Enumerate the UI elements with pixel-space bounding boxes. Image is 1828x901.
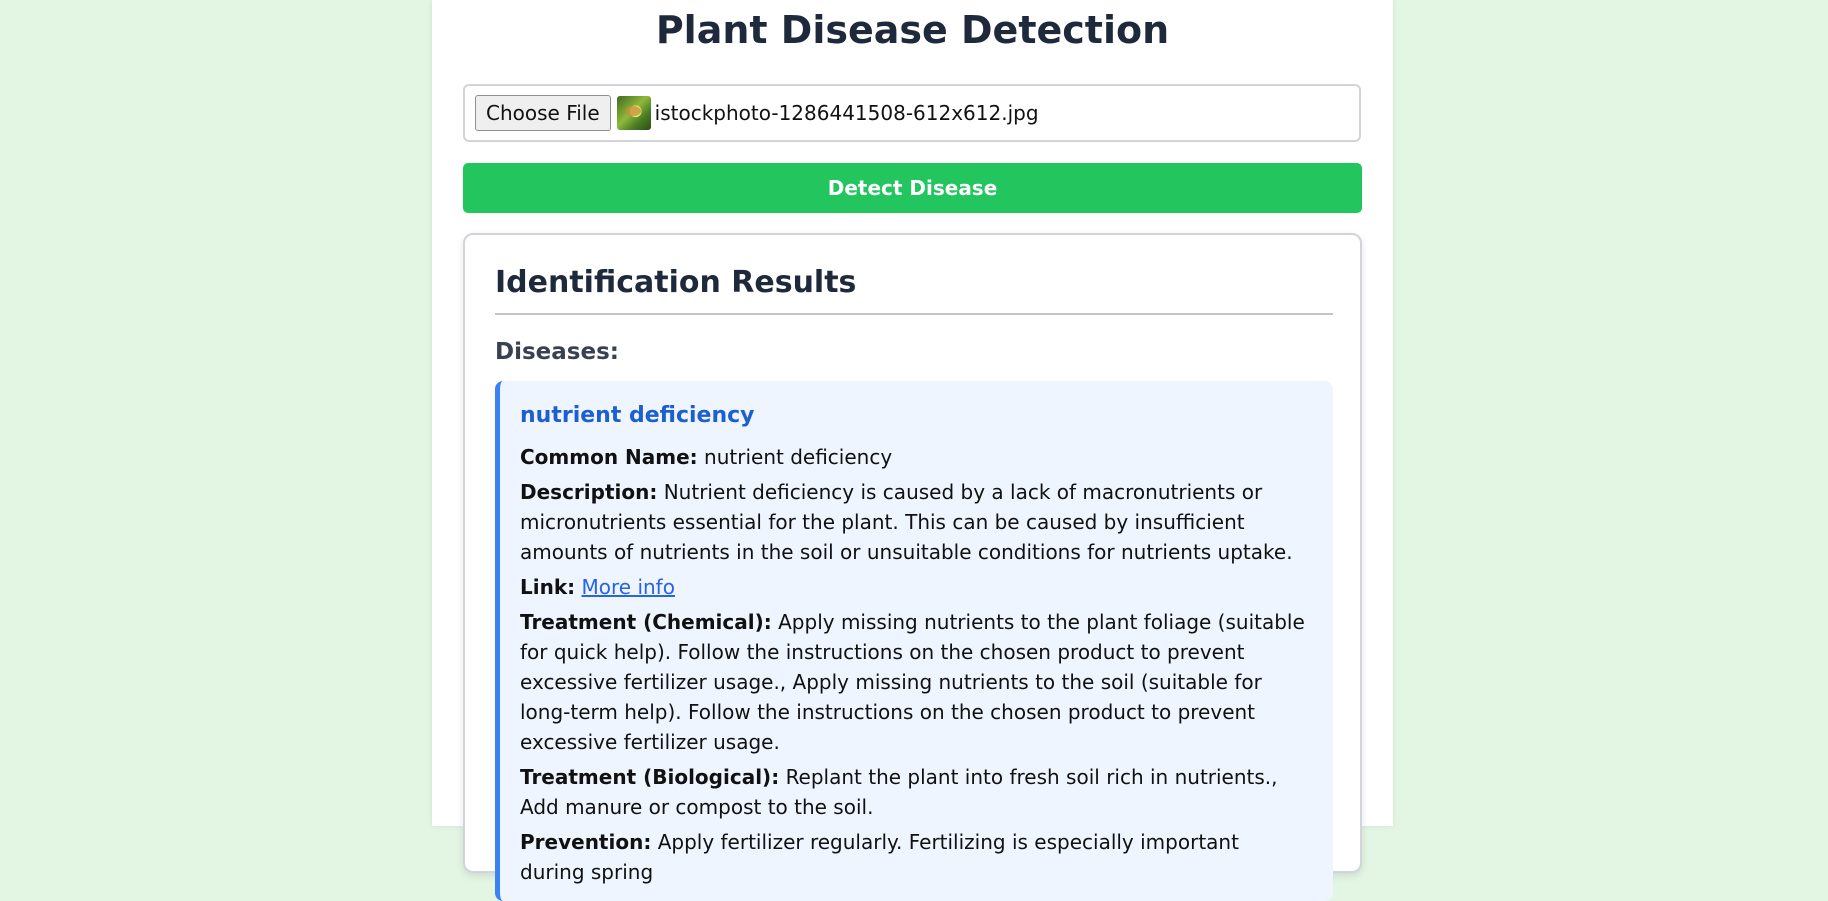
choose-file-button[interactable]: Choose File	[475, 95, 611, 131]
selected-file-name: istockphoto-1286441508-612x612.jpg	[654, 101, 1039, 125]
description-label: Description:	[520, 480, 658, 504]
common-name-value: nutrient deficiency	[704, 445, 893, 469]
link-field: Link: More info	[520, 572, 1308, 602]
treatment-biological-field: Treatment (Biological): Replant the plan…	[520, 762, 1308, 822]
results-card: Identification Results Diseases: nutrien…	[463, 233, 1362, 901]
treatment-biological-label: Treatment (Biological):	[520, 765, 780, 789]
diseases-heading: Diseases:	[495, 339, 619, 365]
common-name-field: Common Name: nutrient deficiency	[520, 442, 1308, 472]
results-divider	[495, 313, 1333, 315]
common-name-label: Common Name:	[520, 445, 698, 469]
results-heading: Identification Results	[495, 265, 857, 300]
treatment-chemical-label: Treatment (Chemical):	[520, 610, 772, 634]
disease-name: nutrient deficiency	[520, 403, 755, 428]
prevention-field: Prevention: Apply fertilizer regularly. …	[520, 827, 1308, 887]
detect-disease-button[interactable]: Detect Disease	[463, 163, 1362, 213]
file-thumbnail-image	[616, 96, 651, 130]
disease-card: nutrient deficiency Common Name: nutrien…	[495, 381, 1333, 901]
main-panel: Plant Disease Detection Choose File isto…	[432, 0, 1393, 901]
file-upload-field[interactable]: Choose File istockphoto-1286441508-612x6…	[463, 84, 1361, 142]
page-title: Plant Disease Detection	[655, 8, 1170, 52]
treatment-chemical-field: Treatment (Chemical): Apply missing nutr…	[520, 607, 1308, 757]
description-field: Description: Nutrient deficiency is caus…	[520, 477, 1308, 567]
link-label: Link:	[520, 575, 576, 599]
more-info-link[interactable]: More info	[582, 575, 675, 599]
prevention-label: Prevention:	[520, 830, 652, 854]
